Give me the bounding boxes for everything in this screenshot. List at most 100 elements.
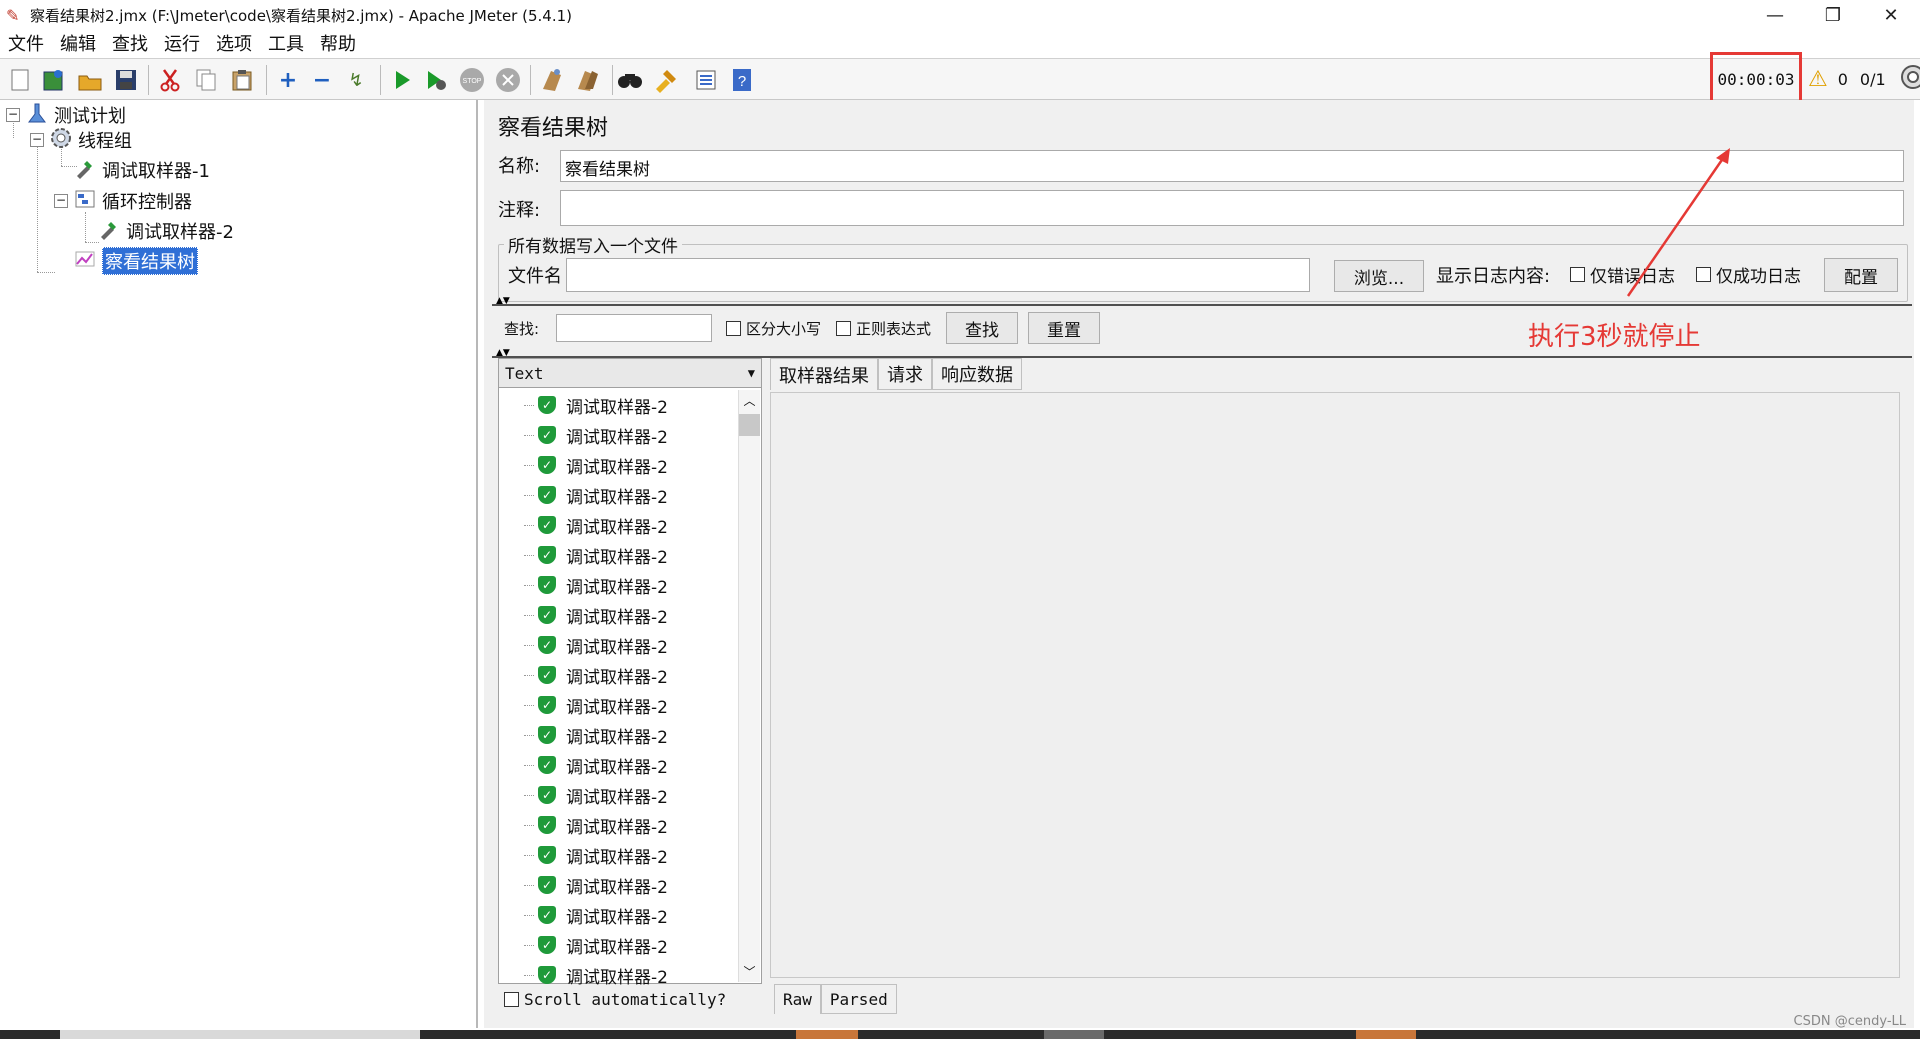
list-item[interactable]: ✓ 调试取样器-2	[524, 932, 668, 958]
checkbox-box[interactable]	[726, 321, 741, 336]
list-item[interactable]: ✓ 调试取样器-2	[524, 542, 668, 568]
close-button[interactable]: ✕	[1862, 0, 1920, 30]
list-item[interactable]: ✓ 调试取样器-2	[524, 902, 668, 928]
checkbox-box[interactable]	[1696, 267, 1711, 282]
taskbar-item[interactable]	[1044, 1030, 1104, 1039]
renderer-select[interactable]: Text ▼	[498, 358, 762, 388]
search-input[interactable]	[556, 314, 712, 342]
success-shield-icon: ✓	[538, 906, 556, 924]
scroll-automatically-checkbox[interactable]: Scroll automatically?	[504, 990, 726, 1009]
list-item[interactable]: ✓ 调试取样器-2	[524, 392, 668, 418]
checkbox-box[interactable]	[504, 992, 519, 1007]
minimize-button[interactable]: —	[1746, 0, 1804, 30]
list-item[interactable]: ✓ 调试取样器-2	[524, 602, 668, 628]
list-item[interactable]: ✓ 调试取样器-2	[524, 812, 668, 838]
warning-icon[interactable]: ⚠	[1808, 67, 1828, 92]
menu-tools[interactable]: 工具	[260, 30, 312, 56]
comment-field[interactable]	[560, 190, 1904, 226]
scroll-down-icon[interactable]: ﹀	[739, 963, 760, 980]
list-item[interactable]: ✓ 调试取样器-2	[524, 752, 668, 778]
reset-search-icon[interactable]	[650, 64, 682, 96]
menu-options[interactable]: 选项	[208, 30, 260, 56]
list-item[interactable]: ✓ 调试取样器-2	[524, 662, 668, 688]
start-no-pause-icon[interactable]	[420, 64, 452, 96]
filename-field[interactable]	[566, 258, 1310, 292]
configure-button[interactable]: 配置	[1824, 258, 1898, 292]
remote-status-icon[interactable]	[1900, 64, 1920, 94]
cut-icon[interactable]	[154, 64, 186, 96]
tree-node-test-plan[interactable]: − 测试计划	[6, 102, 126, 128]
tab-parsed[interactable]: Parsed	[820, 984, 897, 1014]
taskbar-item[interactable]	[796, 1030, 858, 1039]
tab-response-data[interactable]: 响应数据	[932, 358, 1022, 390]
tab-request[interactable]: 请求	[878, 358, 932, 390]
tab-raw[interactable]: Raw	[774, 984, 821, 1014]
save-icon[interactable]	[110, 64, 142, 96]
tree-node-debug-sampler-2[interactable]: 调试取样器-2	[98, 218, 234, 244]
errors-only-checkbox[interactable]: 仅错误日志	[1570, 262, 1675, 287]
list-item[interactable]: ✓ 调试取样器-2	[524, 482, 668, 508]
list-item[interactable]: ✓ 调试取样器-2	[524, 692, 668, 718]
collapse-toggle-icon[interactable]: −	[6, 108, 20, 122]
name-field[interactable]: 察看结果树	[560, 150, 1904, 182]
scroll-thumb[interactable]	[739, 414, 760, 436]
menu-run[interactable]: 运行	[156, 30, 208, 56]
menu-help[interactable]: 帮助	[312, 30, 364, 56]
function-helper-icon[interactable]	[690, 64, 722, 96]
checkbox-box[interactable]	[1570, 267, 1585, 282]
browse-button[interactable]: 浏览...	[1334, 260, 1424, 292]
clear-all-icon[interactable]	[572, 64, 604, 96]
list-item[interactable]: ✓ 调试取样器-2	[524, 572, 668, 598]
open-icon[interactable]	[74, 64, 106, 96]
collapse-toggle-icon[interactable]: −	[30, 133, 44, 147]
list-item[interactable]: ✓ 调试取样器-2	[524, 632, 668, 658]
copy-icon[interactable]	[190, 64, 222, 96]
list-item[interactable]: ✓ 调试取样器-2	[524, 452, 668, 478]
tree-node-loop-controller[interactable]: − 循环控制器	[54, 188, 192, 214]
collapse-toggle-icon[interactable]: −	[54, 194, 68, 208]
list-item[interactable]: ✓ 调试取样器-2	[524, 842, 668, 868]
list-item[interactable]: ✓ 调试取样器-2	[524, 962, 668, 988]
regex-checkbox[interactable]: 正则表达式	[836, 318, 931, 339]
expand-icon[interactable]: +	[272, 64, 304, 96]
success-only-checkbox[interactable]: 仅成功日志	[1696, 262, 1801, 287]
help-icon[interactable]: ?	[726, 64, 758, 96]
tree-node-thread-group[interactable]: − 线程组	[30, 127, 132, 153]
stop-icon[interactable]: STOP	[456, 64, 488, 96]
tree-guide	[85, 212, 86, 242]
clear-icon[interactable]	[536, 64, 568, 96]
menu-search[interactable]: 查找	[104, 30, 156, 56]
taskbar-item[interactable]	[1356, 1030, 1416, 1039]
results-scrollbar[interactable]: ︿ ﹀	[738, 390, 760, 982]
list-item-label: 调试取样器-2	[566, 757, 668, 778]
checkbox-box[interactable]	[836, 321, 851, 336]
paste-icon[interactable]	[226, 64, 258, 96]
list-item[interactable]: ✓ 调试取样器-2	[524, 512, 668, 538]
reset-button[interactable]: 重置	[1028, 312, 1100, 344]
taskbar-item[interactable]	[60, 1030, 420, 1039]
menu-edit[interactable]: 编辑	[52, 30, 104, 56]
templates-icon[interactable]	[38, 64, 70, 96]
new-icon[interactable]	[4, 64, 36, 96]
collapse-icon[interactable]: −	[306, 64, 338, 96]
list-item-label: 调试取样器-2	[566, 787, 668, 808]
tree-node-view-results-tree[interactable]: 察看结果树	[74, 247, 198, 275]
split-pane-divider[interactable]	[492, 304, 1912, 306]
scroll-up-icon[interactable]: ︿	[739, 392, 760, 409]
list-item[interactable]: ✓ 调试取样器-2	[524, 782, 668, 808]
menu-file[interactable]: 文件	[0, 30, 52, 56]
tab-sampler-result[interactable]: 取样器结果	[770, 358, 878, 390]
toggle-icon[interactable]: ↯	[340, 64, 372, 96]
list-item[interactable]: ✓ 调试取样器-2	[524, 422, 668, 448]
case-sensitive-checkbox[interactable]: 区分大小写	[726, 318, 821, 339]
maximize-button[interactable]: ❐	[1804, 0, 1862, 30]
search-icon[interactable]	[614, 64, 646, 96]
list-item[interactable]: ✓ 调试取样器-2	[524, 872, 668, 898]
test-plan-tree: − 测试计划 − 线程组 调试取样器-1 − 循环控制器 调试取样器-2 察看结…	[0, 100, 478, 1028]
tree-node-debug-sampler-1[interactable]: 调试取样器-1	[74, 157, 210, 183]
shutdown-icon[interactable]	[492, 64, 524, 96]
chevron-down-icon[interactable]: ▼	[748, 366, 755, 380]
start-icon[interactable]	[386, 64, 418, 96]
find-button[interactable]: 查找	[946, 312, 1018, 344]
list-item[interactable]: ✓ 调试取样器-2	[524, 722, 668, 748]
